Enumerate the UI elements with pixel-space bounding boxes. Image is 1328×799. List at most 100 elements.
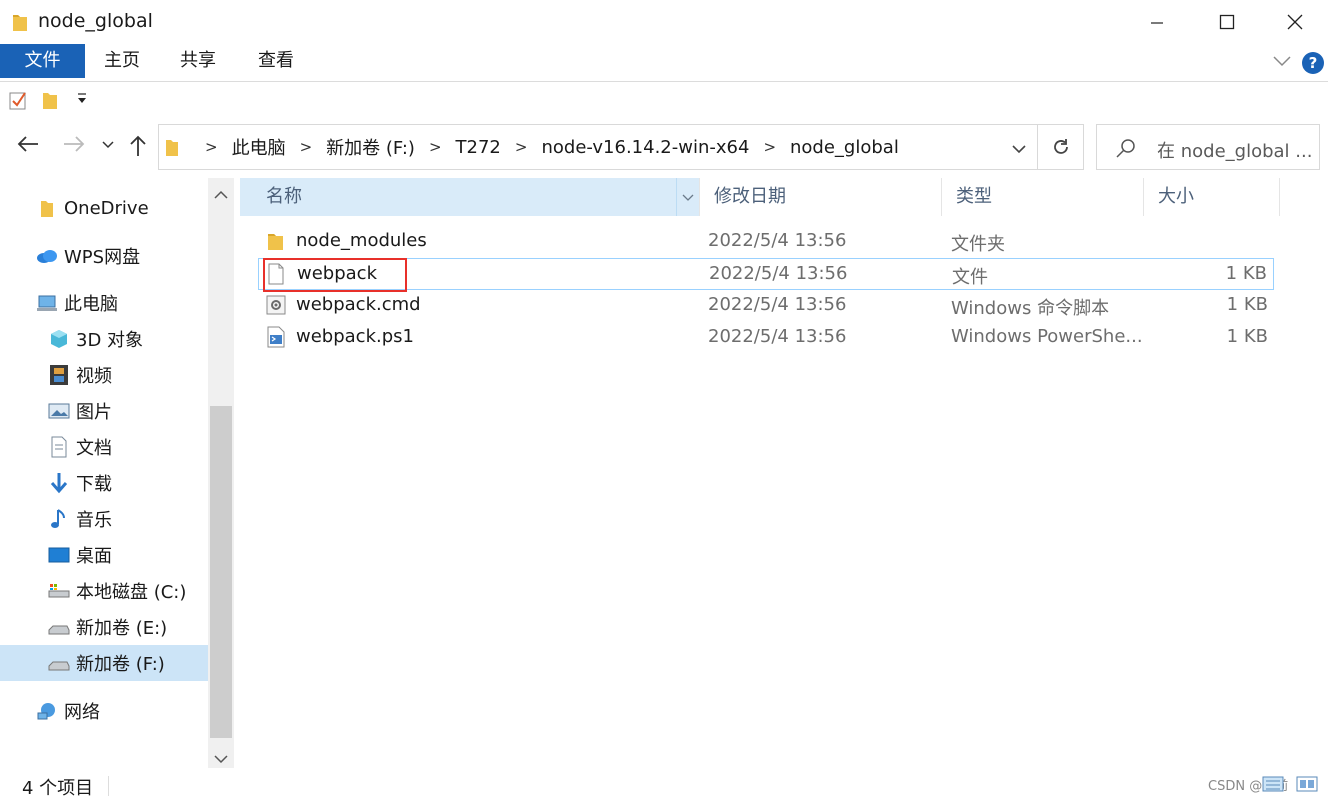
- cmd-script-icon: [266, 294, 286, 321]
- file-row-node-modules[interactable]: node_modules 2022/5/4 13:56 文件夹: [258, 226, 1274, 258]
- sidebar-item-label: 下载: [76, 474, 112, 495]
- navigation-pane: OneDrive WPS网盘 此电脑 3D 对象 视频 图片 文档 下载 音乐 …: [0, 178, 210, 764]
- refresh-button[interactable]: [1038, 124, 1084, 170]
- sidebar-item-label: 新加卷 (E:): [76, 618, 168, 639]
- desktop-icon: [48, 544, 70, 566]
- file-row-webpack-cmd[interactable]: webpack.cmd 2022/5/4 13:56 Windows 命令脚本 …: [258, 290, 1274, 322]
- file-row-webpack-ps1[interactable]: webpack.ps1 2022/5/4 13:56 Windows Power…: [258, 322, 1274, 354]
- properties-check-icon[interactable]: [8, 89, 28, 116]
- column-header: 名称 修改日期 类型 大小: [240, 178, 1280, 216]
- recent-locations-chevron-icon[interactable]: [102, 140, 114, 150]
- sidebar-item-label: WPS网盘: [64, 247, 141, 268]
- sidebar-item-documents[interactable]: 文档: [48, 429, 112, 465]
- customize-dropdown-icon[interactable]: [76, 91, 88, 108]
- film-icon: [48, 364, 70, 386]
- drive-icon: [48, 652, 70, 674]
- sidebar-item-drive-f[interactable]: 新加卷 (F:): [0, 645, 208, 681]
- tab-view[interactable]: 查看: [244, 44, 308, 78]
- column-filter-chevron-icon[interactable]: [676, 178, 700, 216]
- file-type: 文件夹: [951, 234, 1005, 255]
- status-bar: 4 个项目 CSDN @睡前: [0, 770, 1328, 799]
- tab-share[interactable]: 共享: [166, 44, 230, 78]
- minimize-button[interactable]: [1122, 0, 1192, 44]
- tab-file[interactable]: 文件: [0, 44, 85, 78]
- item-count: 4 个项目: [22, 778, 94, 799]
- sidebar-item-3d-objects[interactable]: 3D 对象: [48, 321, 143, 357]
- expand-ribbon-chevron-icon[interactable]: [1272, 52, 1292, 73]
- forward-arrow-icon[interactable]: [62, 134, 86, 154]
- sidebar-item-onedrive[interactable]: OneDrive: [36, 190, 149, 226]
- divider: [108, 776, 109, 796]
- folder-icon: [165, 137, 179, 162]
- breadcrumb-separator-icon: >: [205, 138, 218, 156]
- sidebar-item-pictures[interactable]: 图片: [48, 393, 112, 429]
- sidebar-item-label: 此电脑: [64, 294, 118, 315]
- scroll-down-icon[interactable]: [214, 748, 228, 769]
- file-type: Windows PowerShe...: [951, 326, 1143, 347]
- sidebar-item-downloads[interactable]: 下载: [48, 465, 112, 501]
- file-name: webpack.ps1: [296, 326, 414, 347]
- file-size: 1 KB: [1226, 294, 1268, 315]
- sidebar-item-label: 本地磁盘 (C:): [76, 582, 187, 603]
- breadcrumb-separator-icon[interactable]: >: [763, 138, 776, 156]
- breadcrumb-separator-icon[interactable]: >: [429, 138, 442, 156]
- sidebar-item-drive-c[interactable]: 本地磁盘 (C:): [48, 573, 186, 609]
- search-box[interactable]: 在 node_global ...: [1096, 124, 1320, 170]
- file-date: 2022/5/4 13:56: [708, 294, 847, 315]
- picture-icon: [48, 400, 70, 422]
- file-row-webpack[interactable]: webpack 2022/5/4 13:56 文件 1 KB: [258, 258, 1274, 290]
- new-folder-icon[interactable]: [42, 90, 58, 115]
- breadcrumb-separator-icon[interactable]: >: [515, 138, 528, 156]
- search-icon: [1115, 137, 1137, 164]
- back-arrow-icon[interactable]: [16, 134, 40, 154]
- column-date[interactable]: 修改日期: [700, 178, 942, 216]
- sidebar-item-label: 桌面: [76, 546, 112, 567]
- refresh-icon: [1053, 139, 1068, 154]
- large-icons-view-icon[interactable]: [1296, 776, 1318, 797]
- sidebar-item-label: 视频: [76, 366, 112, 387]
- cube-icon: [48, 328, 70, 350]
- download-icon: [48, 472, 70, 494]
- sidebar-item-desktop[interactable]: 桌面: [48, 537, 112, 573]
- file-size: 1 KB: [1226, 326, 1268, 347]
- file-date: 2022/5/4 13:56: [708, 326, 847, 347]
- sidebar-item-wps[interactable]: WPS网盘: [36, 238, 140, 274]
- scroll-up-icon[interactable]: [214, 184, 228, 205]
- address-history-chevron-icon[interactable]: [1011, 139, 1027, 160]
- up-arrow-icon[interactable]: [128, 134, 148, 158]
- help-icon[interactable]: ?: [1302, 52, 1324, 74]
- file-name: webpack.cmd: [296, 294, 421, 315]
- breadcrumb-node-dir[interactable]: node-v16.14.2-win-x64: [541, 137, 749, 158]
- folder-icon: [36, 197, 58, 219]
- breadcrumb-t272[interactable]: T272: [456, 137, 501, 158]
- column-name[interactable]: 名称: [240, 178, 700, 216]
- sidebar-item-this-pc[interactable]: 此电脑: [36, 285, 118, 321]
- ribbon-tabs: 文件 主页 共享 查看 ?: [0, 44, 1328, 82]
- sidebar-item-label: 3D 对象: [76, 330, 144, 351]
- maximize-button[interactable]: [1192, 0, 1262, 44]
- tab-home[interactable]: 主页: [90, 44, 154, 78]
- sidebar-item-network[interactable]: 网络: [36, 693, 100, 729]
- file-size: 1 KB: [1225, 263, 1267, 284]
- sidebar-item-drive-e[interactable]: 新加卷 (E:): [48, 609, 167, 645]
- sidebar-item-videos[interactable]: 视频: [48, 357, 112, 393]
- document-icon: [48, 436, 70, 458]
- window-title: node_global: [38, 10, 153, 32]
- file-date: 2022/5/4 13:56: [709, 263, 848, 284]
- scrollbar-thumb[interactable]: [210, 406, 232, 738]
- folder-icon: [12, 12, 28, 37]
- breadcrumb-this-pc[interactable]: 此电脑: [232, 134, 286, 160]
- music-icon: [48, 508, 70, 530]
- breadcrumb-separator-icon[interactable]: >: [300, 138, 313, 156]
- column-type[interactable]: 类型: [942, 178, 1144, 216]
- column-size[interactable]: 大小: [1144, 178, 1280, 216]
- breadcrumb-node-global[interactable]: node_global: [790, 137, 899, 158]
- details-view-icon[interactable]: [1262, 776, 1284, 797]
- highlight-box: [263, 258, 407, 292]
- sidebar-item-music[interactable]: 音乐: [48, 501, 112, 537]
- close-button[interactable]: [1260, 0, 1328, 44]
- sidebar-scrollbar[interactable]: [208, 178, 234, 768]
- breadcrumb-drive-f[interactable]: 新加卷 (F:): [326, 134, 415, 160]
- breadcrumb: > 此电脑 > 新加卷 (F:) > T272 > node-v16.14.2-…: [191, 125, 899, 169]
- address-bar[interactable]: > 此电脑 > 新加卷 (F:) > T272 > node-v16.14.2-…: [158, 124, 1038, 170]
